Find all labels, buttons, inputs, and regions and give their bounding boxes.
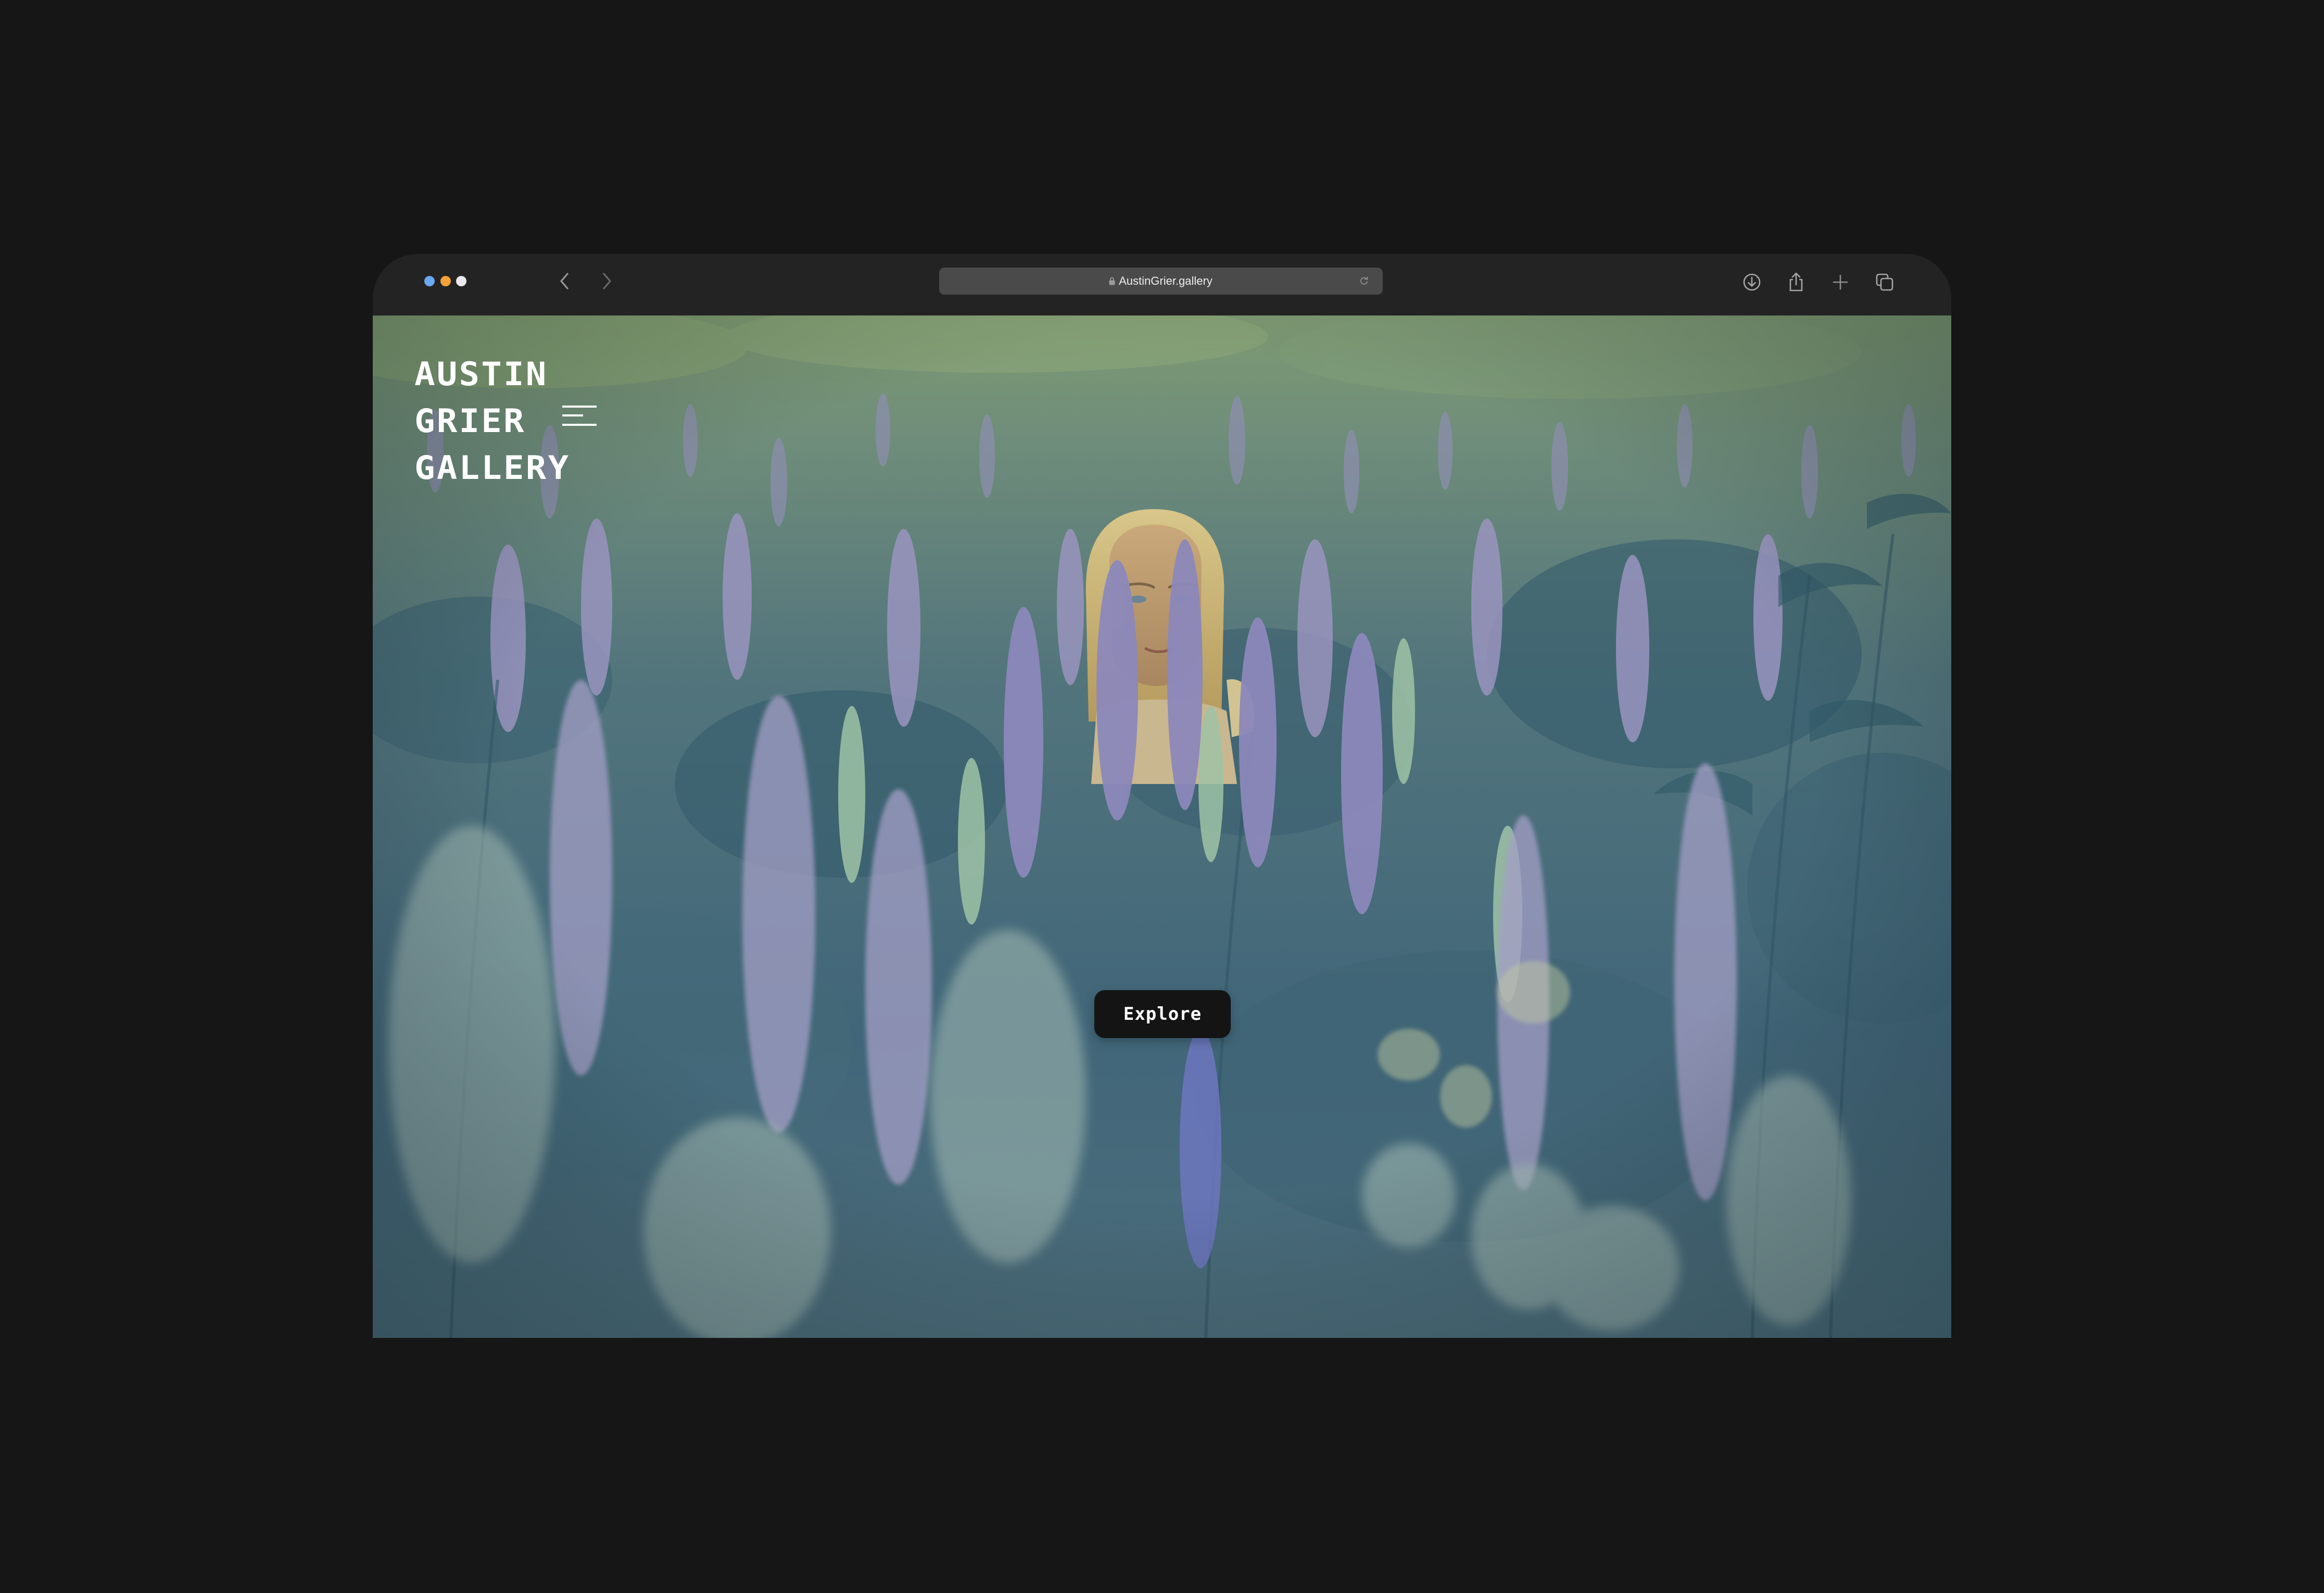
page-content: AUSTIN GRIER GALLERY Explore [373, 315, 1951, 1338]
new-tab-button[interactable] [1829, 271, 1852, 294]
chevron-right-icon [603, 273, 611, 289]
download-button[interactable] [1740, 271, 1763, 294]
browser-window: AustinGrier.gallery AUSTIN GRIER GALLERY… [373, 254, 1951, 1338]
explore-button[interactable]: Explore [1094, 990, 1231, 1038]
hamburger-menu-icon [562, 406, 597, 426]
download-icon [1743, 273, 1761, 291]
window-dot-2[interactable] [440, 276, 451, 286]
window-dot-3[interactable] [456, 276, 466, 286]
window-dot-1[interactable] [424, 276, 435, 286]
share-button[interactable] [1785, 271, 1808, 294]
tabs-overview-icon [1876, 273, 1893, 291]
menu-button[interactable] [561, 404, 599, 428]
brand-line-3: GALLERY [414, 449, 571, 487]
tabs-overview-button[interactable] [1873, 271, 1896, 294]
back-button[interactable] [553, 270, 576, 293]
address-bar[interactable]: AustinGrier.gallery [939, 268, 1383, 295]
browser-toolbar: AustinGrier.gallery [373, 254, 1951, 315]
forward-button[interactable] [596, 270, 618, 293]
brand-line-1: AUSTIN [414, 355, 548, 393]
share-icon [1789, 272, 1803, 292]
reload-icon[interactable] [1359, 275, 1369, 286]
hero-image [373, 315, 1951, 1338]
chevron-left-icon [560, 273, 569, 289]
plus-icon [1833, 274, 1848, 290]
address-url[interactable]: AustinGrier.gallery [939, 268, 1383, 295]
